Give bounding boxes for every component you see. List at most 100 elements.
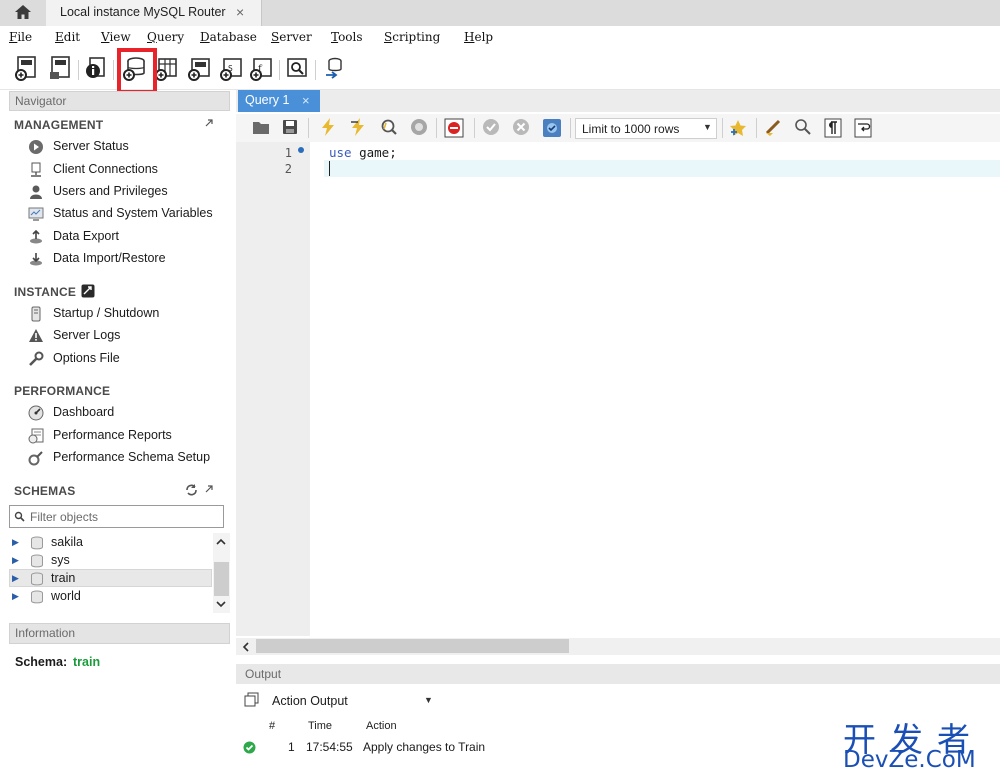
rollback-icon[interactable] <box>512 118 530 136</box>
code-text: game; <box>351 145 397 160</box>
nav-item-label: Dashboard <box>53 405 115 419</box>
menu-query[interactable]: Query <box>147 30 184 44</box>
client-connections-icon <box>31 162 41 177</box>
invisible-characters-icon[interactable] <box>824 118 842 138</box>
menu-server[interactable]: Server <box>271 30 312 44</box>
dropdown-arrow-icon: ▼ <box>703 122 712 132</box>
monitor-icon <box>28 207 44 221</box>
close-icon[interactable]: × <box>302 93 310 108</box>
connection-tab[interactable]: Local instance MySQL Router × <box>46 0 262 26</box>
open-folder-icon[interactable] <box>252 119 270 135</box>
schema-item-train[interactable]: ▶ train <box>12 570 212 588</box>
refresh-icon[interactable] <box>185 484 198 496</box>
schema-item-sakila[interactable]: ▶ sakila <box>12 534 212 552</box>
nav-item-client-connections[interactable]: Client Connections <box>28 160 224 180</box>
nav-item-dashboard[interactable]: Dashboard <box>28 403 224 423</box>
editor-hscrollbar-thumb[interactable] <box>256 639 569 653</box>
column-header-number[interactable]: # <box>269 720 275 732</box>
statement-marker-icon <box>298 147 304 153</box>
create-table-icon[interactable] <box>154 56 178 82</box>
expand-arrow-icon[interactable]: ▶ <box>12 555 19 566</box>
nav-item-startup-shutdown[interactable]: Startup / Shutdown <box>28 304 224 324</box>
copy-icon[interactable] <box>244 692 260 708</box>
scroll-left-icon[interactable] <box>242 642 250 652</box>
autocommit-icon[interactable] <box>542 118 562 138</box>
reconnect-icon[interactable] <box>322 56 346 82</box>
create-procedure-icon[interactable]: S <box>219 56 243 82</box>
schema-label: sys <box>51 553 70 567</box>
nav-item-performance-schema-setup[interactable]: Performance Schema Setup <box>28 448 224 468</box>
expand-arrow-icon[interactable]: ▶ <box>12 591 19 602</box>
word-wrap-icon[interactable] <box>854 118 872 138</box>
scroll-down-icon[interactable] <box>216 600 226 608</box>
database-icon <box>31 572 43 586</box>
menu-view[interactable]: View <box>101 30 131 44</box>
save-icon[interactable] <box>282 119 298 135</box>
close-icon[interactable]: × <box>236 4 244 20</box>
column-header-action[interactable]: Action <box>366 720 397 732</box>
column-header-time[interactable]: Time <box>308 720 332 732</box>
stop-icon[interactable] <box>410 118 428 136</box>
output-type-select[interactable]: Action Output ▼ <box>266 691 438 713</box>
user-icon <box>30 185 42 199</box>
menu-scripting[interactable]: Scripting <box>384 30 440 44</box>
limit-rows-select[interactable]: Limit to 1000 rows ▼ <box>575 118 717 139</box>
schema-label: train <box>51 571 76 585</box>
create-view-icon[interactable] <box>187 56 211 82</box>
schema-item-world[interactable]: ▶ world <box>12 588 212 606</box>
query-tab[interactable]: Query 1 × <box>238 90 320 112</box>
execute-icon[interactable] <box>320 118 336 136</box>
nav-item-server-status[interactable]: Server Status <box>28 137 224 157</box>
nav-item-label: Startup / Shutdown <box>53 306 160 320</box>
connection-tab-label: Local instance MySQL Router <box>60 5 226 19</box>
beautify-icon[interactable] <box>764 118 784 138</box>
menu-tools[interactable]: Tools <box>331 30 363 44</box>
find-icon[interactable] <box>794 118 812 136</box>
nav-item-server-logs[interactable]: Server Logs <box>28 326 224 346</box>
nav-item-data-export[interactable]: Data Export <box>28 227 224 247</box>
filter-input[interactable] <box>30 508 220 525</box>
output-row-action: Apply changes to Train <box>363 740 486 754</box>
information-title: Information <box>15 626 76 640</box>
nav-item-users-privileges[interactable]: Users and Privileges <box>28 182 224 202</box>
nav-item-performance-reports[interactable]: Performance Reports <box>28 426 224 446</box>
information-header: Information <box>9 623 230 644</box>
schema-label: world <box>51 589 81 603</box>
nav-item-data-import[interactable]: Data Import/Restore <box>28 249 224 269</box>
search-table-data-icon[interactable] <box>285 56 309 82</box>
expand-icon[interactable] <box>204 484 214 494</box>
output-row-number: 1 <box>288 740 295 754</box>
nav-item-label: Server Logs <box>53 328 121 342</box>
expand-arrow-icon[interactable]: ▶ <box>12 537 19 548</box>
menu-help[interactable]: Help <box>464 30 493 44</box>
expand-icon[interactable] <box>204 118 214 128</box>
text-caret <box>329 161 330 176</box>
commit-icon[interactable] <box>482 118 500 136</box>
success-check-icon <box>243 741 256 754</box>
schema-item-sys[interactable]: ▶ sys <box>12 552 212 570</box>
schema-scrollbar-thumb[interactable] <box>214 562 229 596</box>
menu-edit[interactable]: Edit <box>55 30 80 44</box>
home-button[interactable] <box>12 2 34 22</box>
open-sql-script-icon[interactable] <box>48 56 72 82</box>
toggle-error-continue-icon[interactable] <box>444 118 464 138</box>
schema-filter[interactable] <box>9 505 224 528</box>
new-sql-tab-icon[interactable] <box>14 56 38 82</box>
scroll-up-icon[interactable] <box>216 538 226 546</box>
expand-arrow-icon[interactable]: ▶ <box>12 573 19 584</box>
info-schema-key: Schema: <box>15 655 68 669</box>
menu-file[interactable]: File <box>9 30 32 44</box>
add-snippet-icon[interactable] <box>728 118 748 138</box>
output-row-time: 17:54:55 <box>306 740 353 754</box>
menu-database[interactable]: Database <box>200 30 257 44</box>
code-line[interactable]: use game; <box>329 145 397 160</box>
sql-editor[interactable] <box>310 142 1000 636</box>
inspector-icon[interactable] <box>84 56 108 82</box>
execute-current-icon[interactable] <box>350 118 368 136</box>
explain-icon[interactable] <box>380 118 398 136</box>
nav-item-options-file[interactable]: Options File <box>28 349 224 369</box>
nav-item-label: Client Connections <box>53 162 158 176</box>
create-function-icon[interactable]: f <box>249 56 273 82</box>
nav-item-label: Performance Reports <box>53 428 172 442</box>
nav-item-status-variables[interactable]: Status and System Variables <box>28 204 224 224</box>
